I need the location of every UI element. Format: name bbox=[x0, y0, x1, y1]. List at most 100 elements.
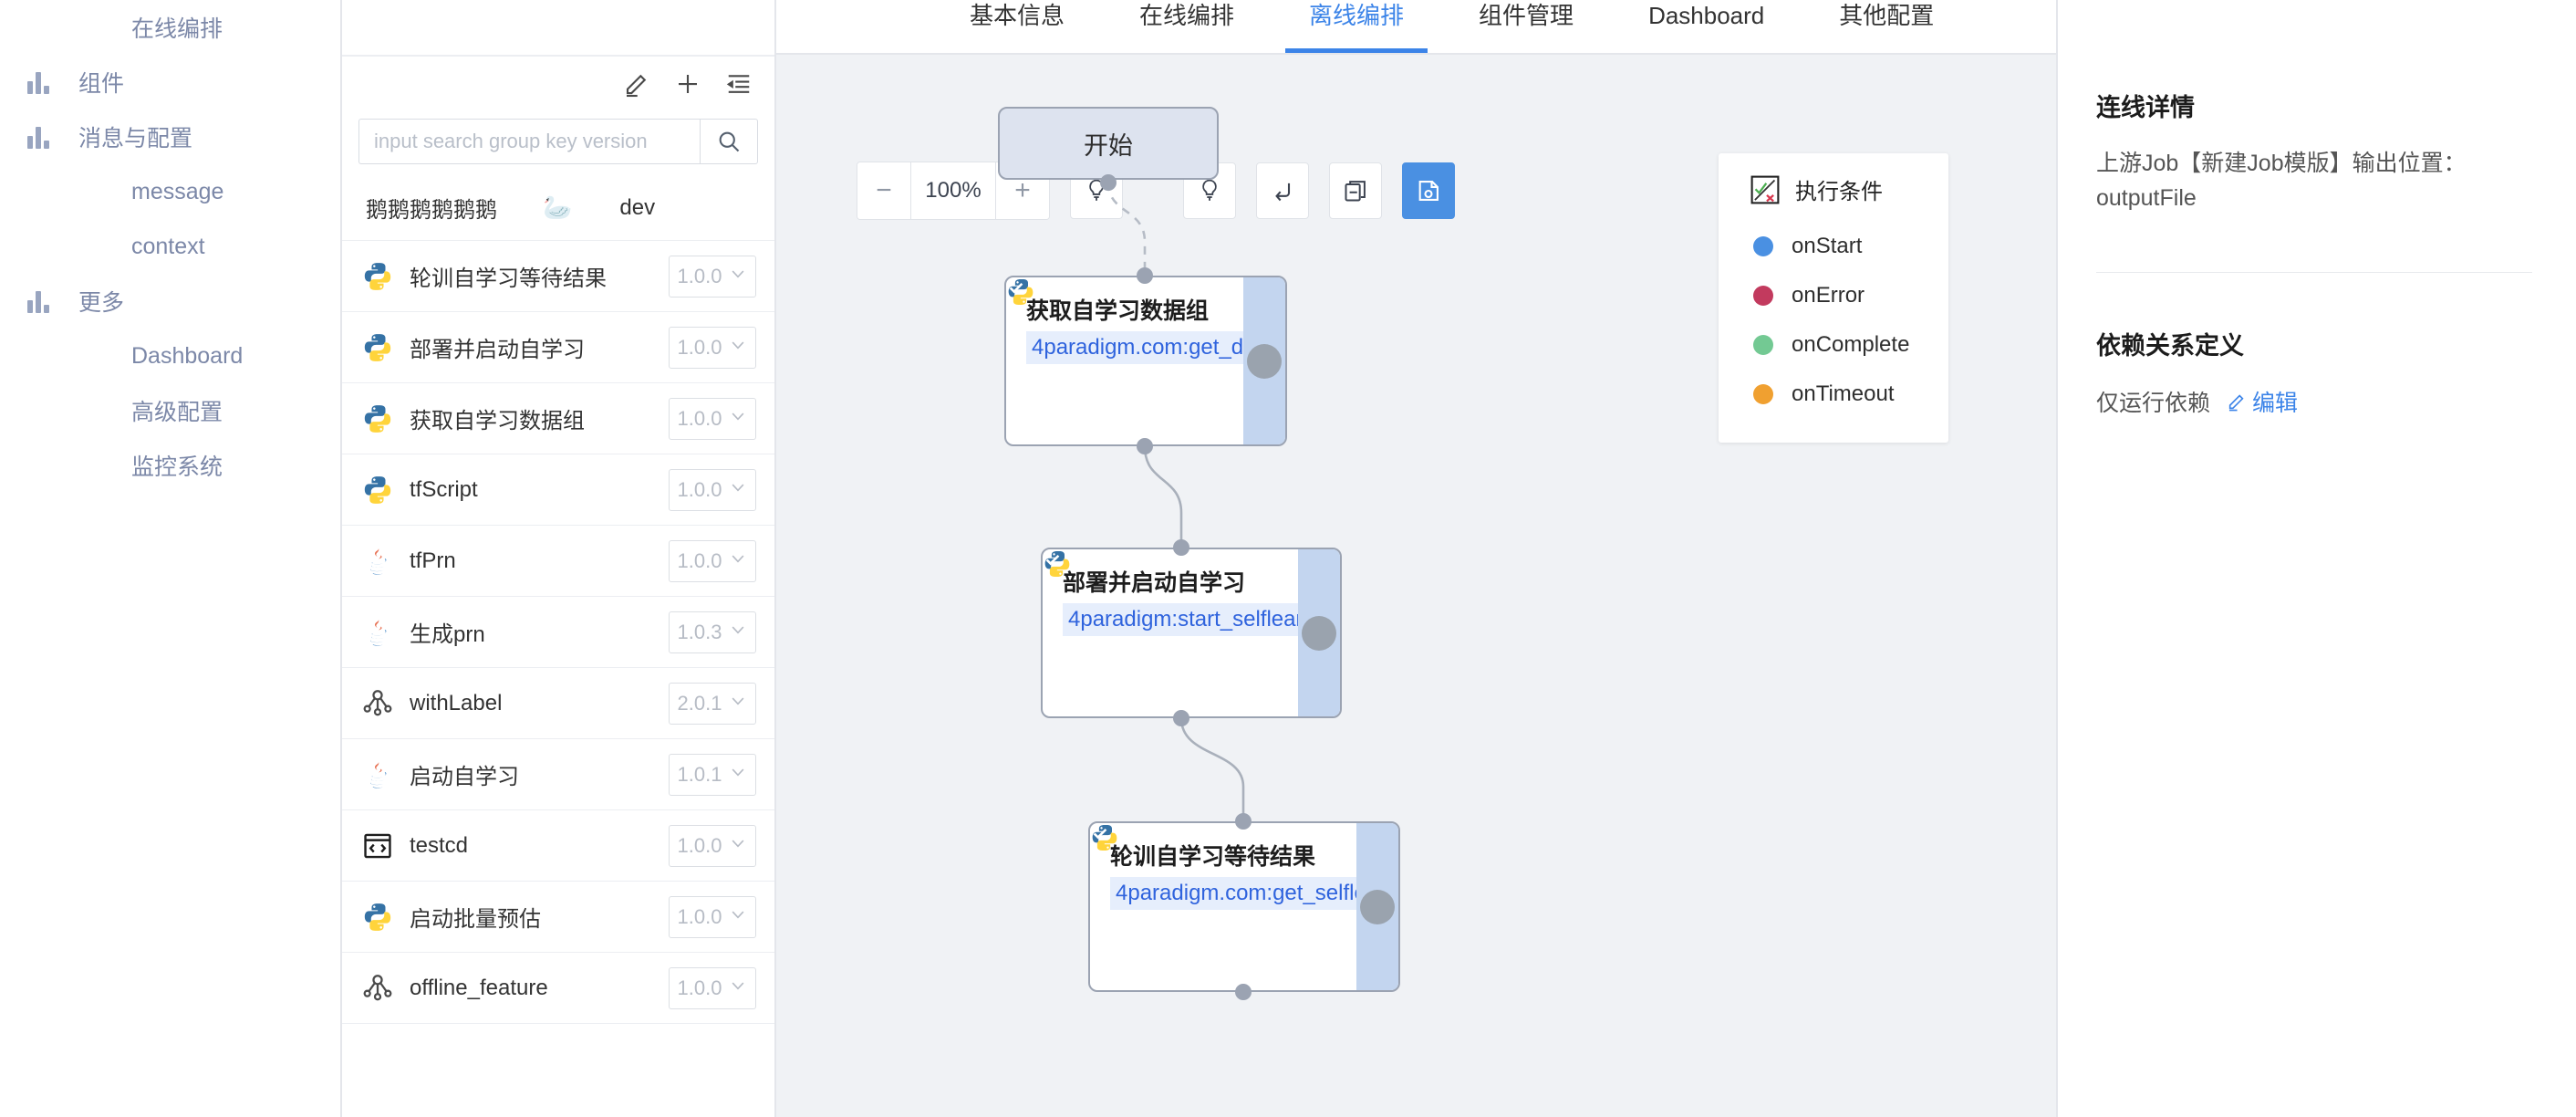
sidebar-item-label: 更多 bbox=[78, 290, 125, 316]
version-select[interactable]: 1.0.0 bbox=[669, 895, 756, 938]
version-select[interactable]: 1.0.0 bbox=[669, 824, 756, 867]
graph-type-icon bbox=[362, 688, 393, 719]
version-select[interactable]: 1.0.0 bbox=[669, 468, 756, 511]
detail-panel: 连线详情 上游Job【新建Job模版】输出位置：outputFile 依赖关系定… bbox=[2056, 0, 2576, 1117]
tab-5[interactable]: 其他配置 bbox=[1815, 0, 1958, 53]
port-node1-in[interactable] bbox=[1137, 267, 1153, 284]
tab-bar[interactable]: 基本信息 在线编排 离线编排 组件管理 Dashboard 其他配置 bbox=[776, 0, 2056, 55]
left-sidebar: 在线编排 组件 消息与配置 message context 更多 Dashboa… bbox=[0, 0, 342, 1117]
chevron-down-icon bbox=[729, 265, 747, 288]
flow-start-node[interactable]: 开始 bbox=[998, 107, 1219, 180]
flow-node-3[interactable]: 轮训自学习等待结果 4paradigm.com:get_selflear.. bbox=[1088, 821, 1400, 992]
port-node1-out[interactable] bbox=[1137, 438, 1153, 454]
flow-node-1-body: 获取自学习数据组 4paradigm.com:get_data_gr.. bbox=[1006, 277, 1243, 444]
tab-3[interactable]: 组件管理 bbox=[1455, 0, 1597, 53]
component-row[interactable]: 生成prn 1.0.3 bbox=[342, 597, 774, 668]
component-group-row[interactable]: 鹅鹅鹅鹅鹅鹅 🦢 dev bbox=[342, 175, 774, 241]
search-icon bbox=[719, 131, 740, 152]
version-select[interactable]: 1.0.0 bbox=[669, 255, 756, 298]
port-node2-in[interactable] bbox=[1173, 539, 1189, 556]
edge-node2-to-node3 bbox=[1179, 717, 1245, 821]
version-select[interactable]: 2.0.1 bbox=[669, 682, 756, 725]
port-start-out[interactable] bbox=[1100, 174, 1117, 191]
edit-icon[interactable] bbox=[623, 70, 650, 98]
component-search-row bbox=[342, 111, 774, 175]
check-icon bbox=[1009, 282, 1282, 379]
group-name: 鹅鹅鹅鹅鹅鹅 bbox=[366, 198, 497, 223]
java-icon bbox=[370, 761, 387, 788]
flow-node-2-title-row: 部署并启动自学习 bbox=[1044, 551, 1298, 598]
version-select[interactable]: 1.0.0 bbox=[669, 326, 756, 369]
component-panel-toolbar bbox=[342, 57, 774, 111]
python-icon bbox=[364, 903, 391, 931]
sidebar-item-label: message bbox=[131, 178, 224, 204]
component-row[interactable]: 轮训自学习等待结果 1.0.0 bbox=[342, 241, 774, 312]
bar-chart-icon bbox=[27, 70, 58, 94]
graph-node-icon bbox=[363, 974, 392, 1000]
panel-divider bbox=[2096, 272, 2532, 273]
version-select[interactable]: 1.0.0 bbox=[669, 539, 756, 582]
tab-2[interactable]: 离线编排 bbox=[1285, 0, 1428, 53]
tab-4[interactable]: Dashboard bbox=[1625, 0, 1788, 53]
dependency-edit-button[interactable]: 编辑 bbox=[2227, 385, 2298, 418]
chevron-down-icon bbox=[729, 336, 747, 360]
flow-canvas[interactable]: − 100% + 执行条件 onStart onError onComplete… bbox=[776, 55, 2056, 1117]
version-value: 1.0.0 bbox=[677, 477, 722, 501]
version-value: 1.0.0 bbox=[677, 833, 722, 857]
component-name: 启动批量预估 bbox=[410, 907, 541, 932]
chevron-down-icon bbox=[729, 834, 747, 858]
page-scrollbar[interactable] bbox=[2569, 0, 2576, 1117]
sidebar-item-advanced-config[interactable]: 高级配置 bbox=[0, 383, 340, 438]
port-node3-out[interactable] bbox=[1235, 984, 1252, 1000]
version-select[interactable]: 1.0.0 bbox=[669, 397, 756, 440]
python-type-icon bbox=[362, 475, 393, 506]
python-type-icon bbox=[362, 261, 393, 292]
search-input[interactable] bbox=[358, 119, 700, 164]
menu-fold-icon[interactable] bbox=[725, 70, 753, 98]
add-icon[interactable] bbox=[674, 70, 701, 98]
bar-chart-icon bbox=[27, 125, 58, 149]
edge-node1-to-node2 bbox=[1143, 445, 1183, 548]
component-name: withLabel bbox=[410, 690, 503, 715]
version-value: 1.0.0 bbox=[677, 976, 722, 999]
component-row[interactable]: 部署并启动自学习 1.0.0 bbox=[342, 312, 774, 383]
tab-0[interactable]: 基本信息 bbox=[946, 0, 1088, 53]
version-select[interactable]: 1.0.3 bbox=[669, 611, 756, 653]
sidebar-item-online-orchestration[interactable]: 在线编排 bbox=[0, 0, 340, 55]
search-button[interactable] bbox=[700, 119, 758, 164]
sidebar-item-context[interactable]: context bbox=[0, 219, 340, 274]
sidebar-item-message-config[interactable]: 消息与配置 bbox=[0, 110, 340, 164]
sidebar-item-message[interactable]: message bbox=[0, 164, 340, 219]
component-row[interactable]: 启动自学习 1.0.1 bbox=[342, 739, 774, 810]
version-select[interactable]: 1.0.1 bbox=[669, 753, 756, 796]
component-row[interactable]: testcd 1.0.0 bbox=[342, 810, 774, 882]
port-node3-in[interactable] bbox=[1235, 813, 1252, 830]
component-row[interactable]: 获取自学习数据组 1.0.0 bbox=[342, 383, 774, 454]
graph-node-icon bbox=[363, 689, 392, 715]
component-list[interactable]: 轮训自学习等待结果 1.0.0 部署并启动自学习 1.0.0 获取自学习数据组 1.0.0… bbox=[342, 241, 774, 1117]
component-row[interactable]: tfPrn 1.0.0 bbox=[342, 526, 774, 597]
port-node2-out[interactable] bbox=[1173, 710, 1189, 726]
component-panel-topbar bbox=[342, 0, 774, 57]
sidebar-item-more[interactable]: 更多 bbox=[0, 274, 340, 329]
sidebar-item-components[interactable]: 组件 bbox=[0, 55, 340, 110]
graph-type-icon bbox=[362, 973, 393, 1004]
flow-node-2-body: 部署并启动自学习 4paradigm:start_selflearner.. bbox=[1043, 549, 1298, 716]
sidebar-item-monitoring[interactable]: 监控系统 bbox=[0, 438, 340, 493]
flow-node-1[interactable]: 获取自学习数据组 4paradigm.com:get_data_gr.. bbox=[1004, 276, 1287, 446]
flow-node-2[interactable]: 部署并启动自学习 4paradigm:start_selflearner.. bbox=[1041, 548, 1342, 718]
sidebar-item-label: 在线编排 bbox=[131, 16, 223, 42]
sidebar-item-dashboard[interactable]: Dashboard bbox=[0, 329, 340, 383]
component-name: tfPrn bbox=[410, 548, 456, 573]
tab-1[interactable]: 在线编排 bbox=[1116, 0, 1258, 53]
version-value: 1.0.3 bbox=[677, 620, 722, 643]
version-select[interactable]: 1.0.0 bbox=[669, 966, 756, 1009]
component-row[interactable]: tfScript 1.0.0 bbox=[342, 454, 774, 526]
component-panel: 鹅鹅鹅鹅鹅鹅 🦢 dev 轮训自学习等待结果 1.0.0 部署并启动自学习 1.0.0… bbox=[342, 0, 776, 1117]
python-type-icon bbox=[362, 403, 393, 434]
component-row[interactable]: withLabel 2.0.1 bbox=[342, 668, 774, 739]
sidebar-item-label: Dashboard bbox=[131, 342, 244, 369]
component-row[interactable]: offline_feature 1.0.0 bbox=[342, 953, 774, 1024]
version-value: 2.0.1 bbox=[677, 691, 722, 715]
component-row[interactable]: 启动批量预估 1.0.0 bbox=[342, 882, 774, 953]
